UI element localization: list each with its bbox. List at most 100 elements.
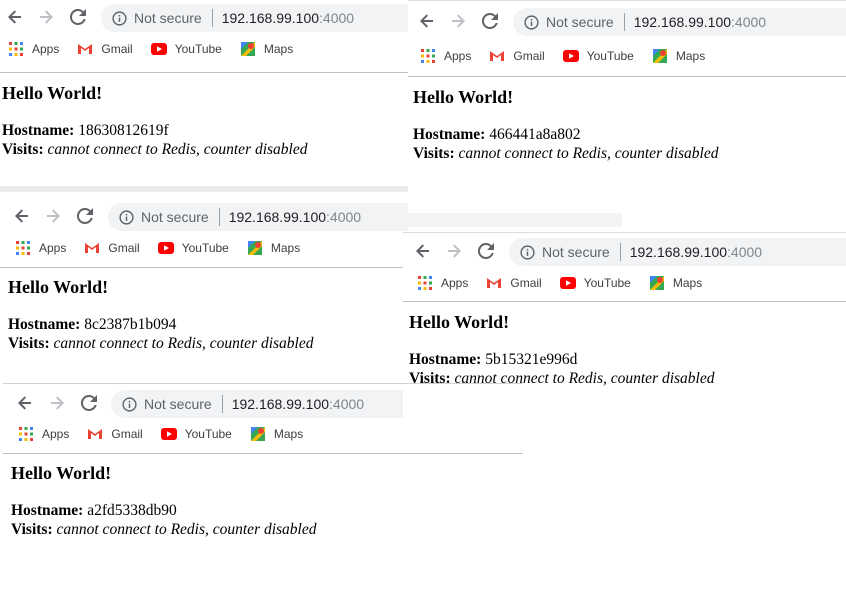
- hostname-label: Hostname:: [11, 502, 84, 519]
- hostname-value: 8c2387b1b094: [84, 316, 177, 333]
- hostname-line: Hostname: 466441a8a802: [413, 125, 719, 144]
- bookmark-label: Maps: [270, 241, 301, 255]
- bookmark-maps[interactable]: Maps: [240, 41, 293, 57]
- back-button[interactable]: [13, 207, 31, 225]
- hostname-label: Hostname:: [8, 316, 81, 333]
- apps-grid-icon: [15, 240, 31, 256]
- info-icon[interactable]: [121, 396, 137, 412]
- maps-icon: [250, 426, 266, 442]
- toolbar-divider: [403, 301, 846, 302]
- info-icon[interactable]: [111, 10, 127, 26]
- arrow-right-icon: [40, 10, 53, 24]
- bookmark-gmail[interactable]: Gmail: [486, 275, 542, 291]
- bookmark-maps[interactable]: Maps: [247, 240, 300, 256]
- visits-value: cannot connect to Redis, counter disable…: [53, 335, 314, 352]
- arrow-right-icon: [47, 209, 60, 223]
- address-bar[interactable]: Not secure 192.168.99.100:4000: [509, 238, 846, 266]
- back-button[interactable]: [6, 8, 24, 26]
- info-icon[interactable]: [519, 244, 535, 260]
- maps-icon: [652, 48, 668, 64]
- browser-window-3: Not secure 192.168.99.100:4000 Apps Gmai…: [0, 199, 408, 379]
- omnibox-divider: [218, 208, 220, 226]
- gmail-icon: [84, 240, 100, 256]
- reload-button[interactable]: [477, 242, 495, 260]
- reload-button[interactable]: [69, 8, 87, 26]
- browser-toolbar: Not secure 192.168.99.100:4000: [403, 234, 846, 268]
- bookmark-maps[interactable]: Maps: [649, 275, 702, 291]
- bookmark-maps[interactable]: Maps: [652, 48, 705, 64]
- bookmark-label: Apps: [39, 241, 67, 255]
- apps-grid-icon: [420, 48, 436, 64]
- address-bar[interactable]: Not secure 192.168.99.100:4000: [101, 4, 408, 32]
- bookmark-youtube[interactable]: YouTube: [562, 48, 634, 64]
- bookmark-label: Maps: [273, 427, 304, 441]
- reload-icon: [482, 13, 498, 29]
- bookmarks-bar: Apps Gmail YouTube Maps: [3, 419, 523, 449]
- address-bar[interactable]: Not secure 192.168.99.100:4000: [513, 8, 846, 36]
- bookmark-gmail[interactable]: Gmail: [77, 41, 133, 57]
- omnibox-divider: [211, 9, 213, 27]
- back-button[interactable]: [418, 12, 436, 30]
- bookmark-youtube[interactable]: YouTube: [157, 240, 229, 256]
- bookmark-apps[interactable]: Apps: [8, 41, 59, 57]
- browser-window-4: Not secure 192.168.99.100:4000 Apps Gmai…: [403, 232, 846, 403]
- forward-button[interactable]: [44, 207, 62, 225]
- bookmark-label: Apps: [444, 49, 472, 63]
- bookmark-apps[interactable]: Apps: [18, 426, 69, 442]
- forward-button[interactable]: [445, 242, 463, 260]
- page-heading: Hello World!: [8, 277, 109, 297]
- reload-button[interactable]: [76, 207, 94, 225]
- bookmark-gmail[interactable]: Gmail: [87, 426, 143, 442]
- security-status-text: Not secure: [546, 14, 614, 30]
- browser-toolbar: Not secure 192.168.99.100:4000: [408, 4, 846, 38]
- address-bar[interactable]: Not secure 192.168.99.100:4000: [111, 390, 403, 418]
- bookmark-label: YouTube: [583, 276, 631, 290]
- info-icon[interactable]: [523, 14, 539, 30]
- reload-icon: [77, 208, 93, 224]
- hostname-line: Hostname: 18630812619f: [2, 121, 308, 140]
- bookmark-apps[interactable]: Apps: [15, 240, 66, 256]
- forward-button[interactable]: [449, 12, 467, 30]
- bookmark-label: Gmail: [101, 42, 133, 56]
- omnibox-divider: [221, 395, 223, 413]
- bookmark-label: YouTube: [184, 427, 232, 441]
- hostname-label: Hostname:: [413, 126, 486, 143]
- bookmarks-bar: Apps Gmail YouTube Maps: [0, 34, 408, 64]
- bookmark-youtube[interactable]: YouTube: [160, 426, 232, 442]
- bookmark-gmail[interactable]: Gmail: [489, 48, 545, 64]
- url-host: 192.168.99.100: [633, 14, 732, 30]
- security-status-text: Not secure: [134, 10, 202, 26]
- reload-button[interactable]: [80, 394, 98, 412]
- apps-grid-icon: [417, 275, 433, 291]
- bookmark-label: Gmail: [513, 49, 545, 63]
- gmail-icon: [486, 275, 502, 291]
- arrow-right-icon: [448, 244, 461, 258]
- browser-toolbar: Not secure 192.168.99.100:4000: [3, 386, 403, 420]
- page-content: Hello World! Hostname: 18630812619f Visi…: [2, 82, 308, 159]
- bookmark-gmail[interactable]: Gmail: [84, 240, 140, 256]
- forward-button[interactable]: [37, 8, 55, 26]
- browser-window-1: Not secure 192.168.99.100:4000 Apps Gmai…: [0, 0, 408, 190]
- forward-button[interactable]: [48, 394, 66, 412]
- hostname-line: Hostname: a2fd5338db90: [11, 501, 317, 520]
- bookmark-label: YouTube: [174, 42, 222, 56]
- address-bar[interactable]: Not secure 192.168.99.100:4000: [108, 203, 408, 231]
- maps-icon: [247, 240, 263, 256]
- reload-icon: [81, 395, 97, 411]
- bookmark-apps[interactable]: Apps: [420, 48, 471, 64]
- visits-line: Visits: cannot connect to Redis, counter…: [2, 140, 308, 159]
- url-host: 192.168.99.100: [231, 396, 330, 412]
- arrow-right-icon: [51, 396, 64, 410]
- bookmark-maps[interactable]: Maps: [250, 426, 303, 442]
- info-icon[interactable]: [118, 209, 134, 225]
- reload-button[interactable]: [481, 12, 499, 30]
- back-button[interactable]: [414, 242, 432, 260]
- window-overlap-strip: [408, 213, 622, 227]
- bookmark-youtube[interactable]: YouTube: [150, 41, 222, 57]
- visits-label: Visits:: [11, 521, 53, 538]
- hostname-value: 5b15321e996d: [485, 351, 578, 368]
- back-button[interactable]: [16, 394, 34, 412]
- toolbar-divider: [408, 76, 846, 77]
- bookmark-youtube[interactable]: YouTube: [559, 275, 631, 291]
- bookmark-apps[interactable]: Apps: [417, 275, 468, 291]
